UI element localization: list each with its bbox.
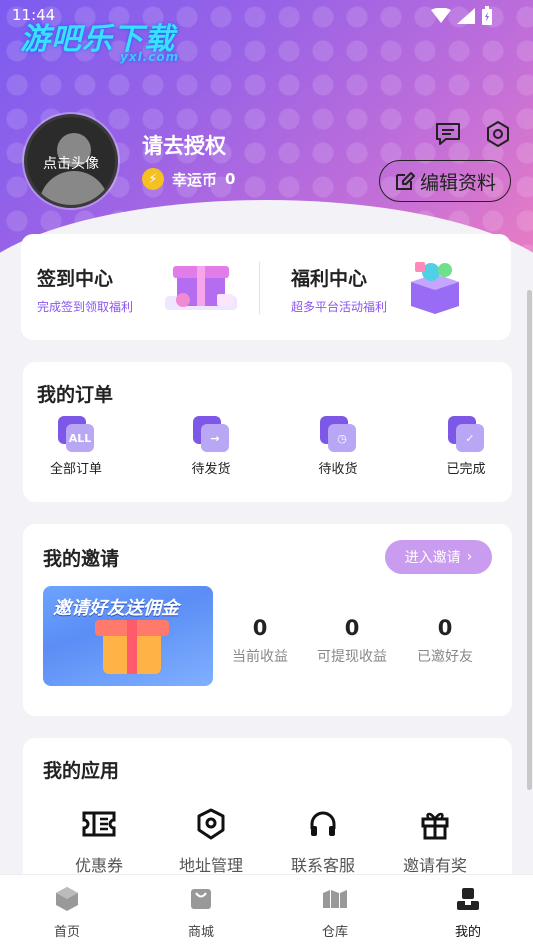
shop-icon bbox=[161, 885, 241, 913]
app-label: 优惠券 bbox=[74, 856, 123, 875]
orders-card: 我的订单 ALL 全部订单 → 待发货 ◷ 待收货 ✓ 已完成 bbox=[23, 362, 512, 502]
scrollbar[interactable] bbox=[527, 290, 532, 790]
coupon-icon bbox=[49, 806, 149, 842]
welfare-title: 福利中心 bbox=[291, 268, 368, 290]
enter-invite-button[interactable]: 进入邀请 › bbox=[385, 540, 492, 574]
order-label: 已完成 bbox=[446, 462, 486, 477]
signal-icon bbox=[457, 8, 475, 24]
edit-icon bbox=[395, 172, 415, 190]
tab-label: 仓库 bbox=[321, 925, 348, 940]
order-label: 待收货 bbox=[318, 462, 358, 477]
stat-value: 0 bbox=[344, 616, 360, 640]
coin-label: 幸运币 bbox=[172, 170, 218, 189]
checkin-title: 签到中心 bbox=[37, 268, 114, 290]
orders-title: 我的订单 bbox=[37, 384, 114, 406]
order-label: 全部订单 bbox=[49, 462, 102, 477]
lightning-coin-icon: ⚡ bbox=[142, 168, 164, 190]
welfare-card: 签到中心 完成签到领取福利 福利中心 超多平台活动福利 bbox=[21, 234, 511, 340]
welfare-subtitle: 超多平台活动福利 bbox=[291, 300, 388, 314]
tab-warehouse[interactable]: 仓库 bbox=[295, 885, 375, 940]
message-icon[interactable] bbox=[434, 120, 462, 148]
tab-profile[interactable]: 我的 bbox=[428, 885, 508, 940]
profile-icon bbox=[428, 885, 508, 913]
edit-profile-label: 编辑资料 bbox=[419, 171, 496, 194]
banner-text: 邀请好友送佣金 bbox=[53, 598, 179, 619]
app-label: 联系客服 bbox=[290, 856, 355, 875]
welfare-divider bbox=[259, 262, 260, 314]
wifi-icon bbox=[431, 8, 451, 23]
status-icons bbox=[431, 6, 493, 26]
edit-profile-button[interactable]: 编辑资料 bbox=[379, 160, 511, 202]
app-address[interactable]: 地址管理 bbox=[161, 806, 261, 876]
stat-current-earnings: 0 当前收益 bbox=[215, 616, 305, 666]
stat-withdrawable: 0 可提现收益 bbox=[307, 616, 397, 666]
coin-value: 0 bbox=[225, 170, 236, 188]
settings-icon[interactable] bbox=[484, 120, 512, 148]
battery-icon bbox=[482, 6, 492, 25]
app-coupon[interactable]: 优惠券 bbox=[49, 806, 149, 876]
invite-title: 我的邀请 bbox=[43, 548, 120, 570]
checkin-subtitle: 完成签到领取福利 bbox=[37, 300, 134, 314]
headset-icon bbox=[273, 806, 373, 842]
stat-label: 已邀好友 bbox=[417, 649, 473, 665]
lucky-coin: ⚡ 幸运币 0 bbox=[142, 168, 235, 190]
app-invite-reward[interactable]: 邀请有奖 bbox=[385, 806, 485, 876]
app-label: 邀请有奖 bbox=[402, 856, 467, 875]
stat-label: 当前收益 bbox=[232, 649, 288, 665]
apps-title: 我的应用 bbox=[43, 760, 120, 782]
order-item-all[interactable]: ALL 全部订单 bbox=[36, 416, 116, 477]
all-orders-icon: ALL bbox=[58, 416, 94, 452]
order-item-to-ship[interactable]: → 待发货 bbox=[171, 416, 251, 477]
order-item-to-receive[interactable]: ◷ 待收货 bbox=[298, 416, 378, 477]
apps-card: 我的应用 优惠券 地址管理 联系客服 邀请有奖 bbox=[23, 738, 512, 888]
stat-label: 可提现收益 bbox=[317, 649, 387, 665]
tab-label: 我的 bbox=[454, 925, 481, 940]
enter-invite-label: 进入邀请 bbox=[404, 550, 461, 566]
avatar[interactable]: 点击头像 bbox=[24, 114, 118, 208]
bottom-tab-bar: 首页 商城 仓库 我的 bbox=[0, 874, 533, 948]
tab-label: 首页 bbox=[53, 925, 80, 940]
welfare-center[interactable]: 福利中心 超多平台活动福利 bbox=[261, 234, 511, 340]
avatar-label: 点击头像 bbox=[43, 156, 99, 172]
completed-icon: ✓ bbox=[448, 416, 484, 452]
address-icon bbox=[161, 806, 261, 842]
watermark-logo: 游吧乐下载 yxl.com bbox=[20, 14, 178, 64]
home-icon bbox=[27, 885, 107, 913]
warehouse-icon bbox=[295, 885, 375, 913]
avatar-body-shape bbox=[39, 171, 109, 205]
invite-banner[interactable]: 邀请好友送佣金 bbox=[43, 586, 213, 686]
stat-invited-friends: 0 已邀好友 bbox=[400, 616, 490, 666]
to-ship-icon: → bbox=[193, 416, 229, 452]
checkin-center[interactable]: 签到中心 完成签到领取福利 bbox=[21, 234, 259, 340]
order-label: 待发货 bbox=[191, 462, 231, 477]
order-item-completed[interactable]: ✓ 已完成 bbox=[426, 416, 506, 477]
tab-shop[interactable]: 商城 bbox=[161, 885, 241, 940]
stat-value: 0 bbox=[437, 616, 453, 640]
tab-home[interactable]: 首页 bbox=[27, 885, 107, 940]
to-receive-icon: ◷ bbox=[320, 416, 356, 452]
app-customer-service[interactable]: 联系客服 bbox=[273, 806, 373, 876]
gift-icon bbox=[385, 806, 485, 842]
invite-card: 我的邀请 进入邀请 › 邀请好友送佣金 0 当前收益 0 可提现收益 0 已邀好… bbox=[23, 524, 512, 716]
banner-ribbon-shape bbox=[127, 620, 137, 674]
chevron-right-icon: › bbox=[466, 549, 473, 565]
app-label: 地址管理 bbox=[178, 856, 243, 875]
gift-box-icon bbox=[165, 266, 237, 310]
reward-box-icon bbox=[411, 262, 459, 314]
stat-value: 0 bbox=[252, 616, 268, 640]
username[interactable]: 请去授权 bbox=[142, 130, 226, 160]
tab-label: 商城 bbox=[187, 925, 214, 940]
watermark-sub: yxl.com bbox=[120, 50, 180, 64]
